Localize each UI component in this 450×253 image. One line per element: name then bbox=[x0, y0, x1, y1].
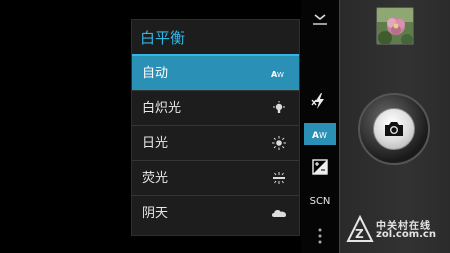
more-options-button[interactable] bbox=[304, 225, 336, 247]
scene-mode-label: SCN bbox=[309, 195, 331, 207]
white-balance-auto-icon: A W bbox=[312, 131, 327, 141]
wb-option-daylight[interactable]: 日光 bbox=[132, 126, 299, 161]
wb-option-incandescent[interactable]: 白炽光 bbox=[132, 91, 299, 126]
svg-text:W: W bbox=[277, 71, 284, 79]
exposure-button[interactable] bbox=[304, 156, 336, 178]
wb-option-label: 荧光 bbox=[142, 171, 169, 186]
watermark-url-text: zol.com.cn bbox=[376, 229, 436, 240]
incandescent-bulb-icon bbox=[273, 101, 285, 113]
auto-wb-icon: A W bbox=[271, 70, 284, 79]
wb-option-fluorescent[interactable]: 荧光 bbox=[132, 161, 299, 196]
wb-option-label: 白炽光 bbox=[142, 101, 182, 116]
svg-text:Z: Z bbox=[355, 227, 364, 241]
camera-control-strip: A W SCN bbox=[301, 0, 339, 253]
chevron-down-icon bbox=[313, 14, 327, 25]
fluorescent-icon bbox=[273, 172, 285, 184]
wb-option-label: 自动 bbox=[142, 66, 169, 81]
camera-screen: 白平衡 自动 A W 白炽光 日光 荧光 阴天 A W SCN Z 中关村在线 … bbox=[0, 0, 450, 253]
last-photo-thumbnail[interactable] bbox=[376, 7, 414, 45]
zol-logo-icon: Z bbox=[346, 215, 374, 242]
camera-icon bbox=[385, 122, 403, 136]
daylight-sun-icon bbox=[272, 136, 286, 150]
white-balance-button[interactable]: A W bbox=[304, 123, 336, 145]
flash-button[interactable] bbox=[304, 90, 336, 112]
zol-watermark: Z 中关村在线 zol.com.cn bbox=[346, 214, 446, 244]
wb-option-label: 日光 bbox=[142, 136, 169, 151]
popup-title: 白平衡 bbox=[132, 20, 299, 56]
svg-text:A: A bbox=[312, 131, 319, 141]
flash-off-icon bbox=[311, 93, 324, 109]
white-balance-popup: 白平衡 自动 A W 白炽光 日光 荧光 阴天 bbox=[131, 19, 300, 236]
collapse-button[interactable] bbox=[304, 8, 336, 30]
wb-option-auto[interactable]: 自动 A W bbox=[132, 56, 299, 91]
svg-text:W: W bbox=[319, 131, 327, 140]
shutter-button[interactable] bbox=[373, 108, 415, 150]
cloudy-icon bbox=[272, 210, 286, 217]
more-options-icon bbox=[318, 228, 322, 244]
exposure-icon bbox=[312, 159, 328, 175]
flower-photo-thumbnail-image bbox=[377, 8, 413, 44]
wb-option-cloudy[interactable]: 阴天 bbox=[132, 196, 299, 231]
wb-option-label: 阴天 bbox=[142, 206, 169, 221]
scene-mode-button[interactable]: SCN bbox=[304, 190, 336, 212]
